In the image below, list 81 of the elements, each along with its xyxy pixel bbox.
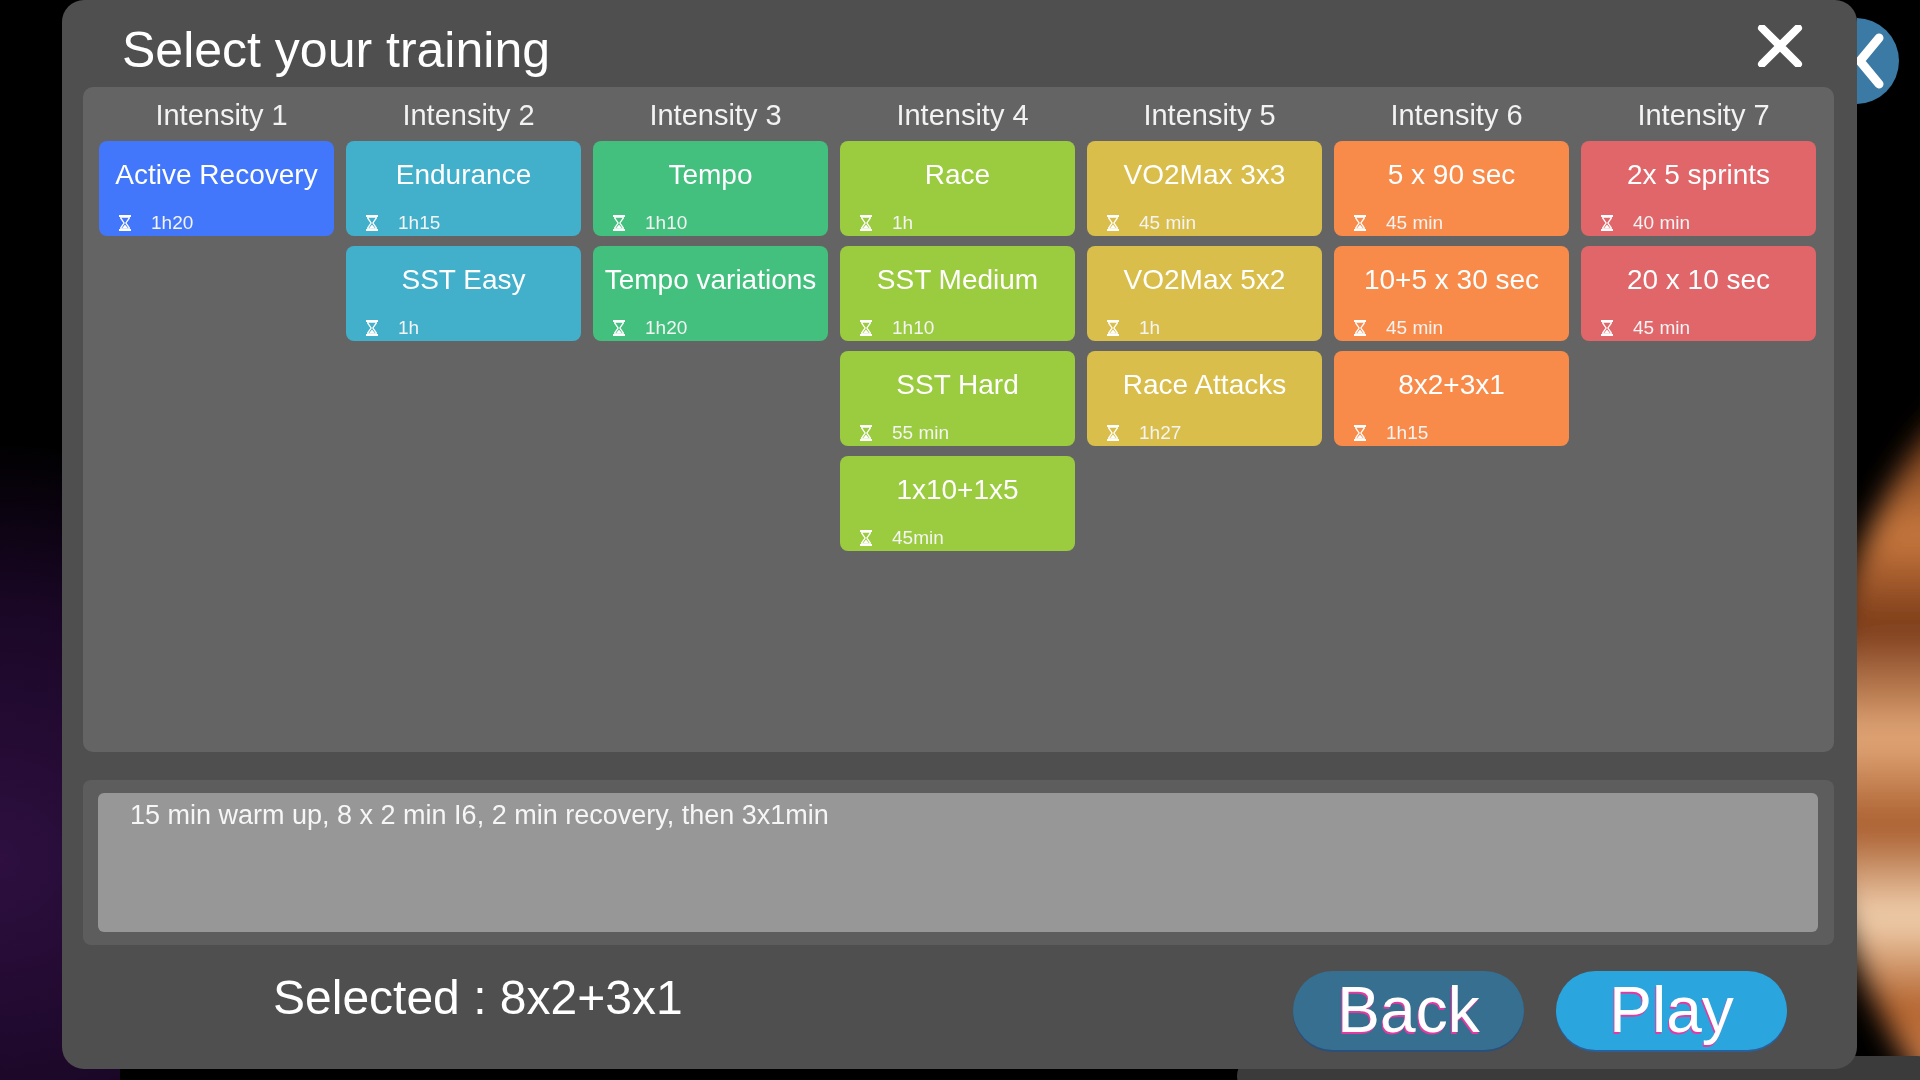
hourglass-icon <box>860 425 872 441</box>
training-card[interactable]: Endurance 1h15 <box>346 141 581 236</box>
training-card[interactable]: 1x10+1x5 45min <box>840 456 1075 551</box>
column-heading: Intensity 5 <box>1142 98 1277 132</box>
training-duration: 40 min <box>1633 211 1691 235</box>
column-heading: Intensity 1 <box>154 98 289 132</box>
training-card[interactable]: VO2Max 3x3 45 min <box>1087 141 1322 236</box>
hourglass-icon <box>860 215 872 231</box>
hourglass-icon <box>119 215 131 231</box>
training-duration: 1h20 <box>151 211 194 235</box>
training-card[interactable]: Race Attacks 1h27 <box>1087 351 1322 446</box>
column-heading: Intensity 6 <box>1389 98 1524 132</box>
training-duration: 1h27 <box>1139 421 1182 445</box>
training-duration: 45 min <box>1633 316 1691 340</box>
training-duration: 1h10 <box>645 211 688 235</box>
training-name: Tempo <box>668 158 753 192</box>
column-heading: Intensity 7 <box>1636 98 1771 132</box>
column-heading: Intensity 3 <box>648 98 783 132</box>
training-name: 8x2+3x1 <box>1398 368 1505 402</box>
training-name: 1x10+1x5 <box>896 473 1019 507</box>
hourglass-icon <box>613 215 625 231</box>
hourglass-icon <box>366 320 378 336</box>
hourglass-icon <box>1601 320 1613 336</box>
hourglass-icon <box>366 215 378 231</box>
hourglass-icon <box>1107 425 1119 441</box>
hourglass-icon <box>1354 425 1366 441</box>
training-duration: 1h <box>1139 316 1161 340</box>
hourglass-icon <box>1107 215 1119 231</box>
training-card[interactable]: 2x 5 sprints 40 min <box>1581 141 1816 236</box>
training-duration: 1h <box>892 211 914 235</box>
training-card[interactable]: Active Recovery 1h20 <box>99 141 334 236</box>
training-card[interactable]: SST Easy 1h <box>346 246 581 341</box>
training-duration: 1h20 <box>645 316 688 340</box>
selected-label: Selected : 8x2+3x1 <box>273 970 683 1026</box>
training-duration: 45 min <box>1139 211 1197 235</box>
hourglass-icon <box>613 320 625 336</box>
training-name: SST Hard <box>896 368 1019 402</box>
training-name: VO2Max 3x3 <box>1123 158 1286 192</box>
training-duration: 45min <box>892 526 944 550</box>
training-duration: 45 min <box>1386 316 1444 340</box>
training-duration: 55 min <box>892 421 950 445</box>
description-text: 15 min warm up, 8 x 2 min I6, 2 min recovery, then 3x1min <box>130 800 829 830</box>
training-card[interactable]: 10+5 x 30 sec 45 min <box>1334 246 1569 341</box>
training-duration: 1h10 <box>892 316 935 340</box>
dialog-title: Select your training <box>122 21 550 80</box>
back-button[interactable]: Back <box>1293 970 1524 1050</box>
training-name: Race Attacks <box>1122 368 1287 402</box>
column-heading: Intensity 4 <box>895 98 1030 132</box>
training-card[interactable]: Tempo 1h10 <box>593 141 828 236</box>
training-card[interactable]: 8x2+3x1 1h15 <box>1334 351 1569 446</box>
hourglass-icon <box>860 530 872 546</box>
training-name: SST Easy <box>401 263 526 297</box>
training-card[interactable]: 20 x 10 sec 45 min <box>1581 246 1816 341</box>
training-name: SST Medium <box>876 263 1039 297</box>
training-card[interactable]: SST Hard 55 min <box>840 351 1075 446</box>
play-button[interactable]: Play <box>1556 970 1787 1050</box>
hourglass-icon <box>1354 215 1366 231</box>
training-name: Tempo variations <box>604 263 817 297</box>
training-name: Active Recovery <box>115 158 318 192</box>
training-name: 5 x 90 sec <box>1387 158 1516 192</box>
column-heading: Intensity 2 <box>401 98 536 132</box>
close-icon[interactable] <box>1757 25 1803 67</box>
training-duration: 1h15 <box>398 211 441 235</box>
training-card[interactable]: 5 x 90 sec 45 min <box>1334 141 1569 236</box>
training-duration: 45 min <box>1386 211 1444 235</box>
training-card[interactable]: VO2Max 5x2 1h <box>1087 246 1322 341</box>
training-duration: 1h <box>398 316 420 340</box>
hourglass-icon <box>860 320 872 336</box>
hourglass-icon <box>1354 320 1366 336</box>
training-card[interactable]: Race 1h <box>840 141 1075 236</box>
training-card[interactable]: SST Medium 1h10 <box>840 246 1075 341</box>
hourglass-icon <box>1107 320 1119 336</box>
training-name: Endurance <box>395 158 532 192</box>
training-name: 20 x 10 sec <box>1626 263 1771 297</box>
training-name: Race <box>924 158 991 192</box>
training-duration: 1h15 <box>1386 421 1429 445</box>
hourglass-icon <box>1601 215 1613 231</box>
training-card[interactable]: Tempo variations 1h20 <box>593 246 828 341</box>
training-name: VO2Max 5x2 <box>1123 263 1286 297</box>
training-name: 10+5 x 30 sec <box>1363 263 1540 297</box>
training-name: 2x 5 sprints <box>1626 158 1771 192</box>
